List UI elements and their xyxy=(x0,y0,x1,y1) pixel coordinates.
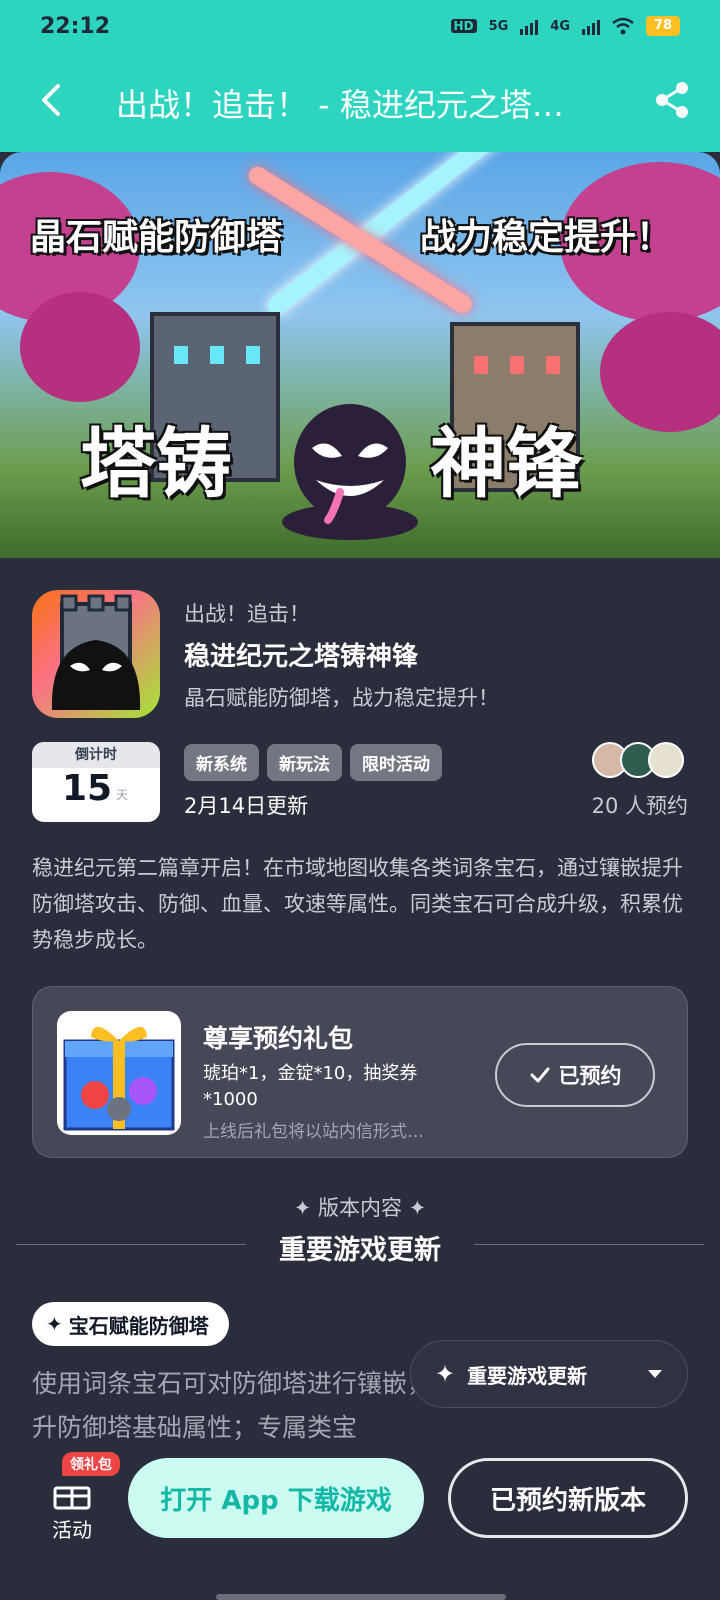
divider xyxy=(474,1244,704,1245)
reserved-button[interactable]: 已预约 xyxy=(495,1043,655,1107)
wifi-icon xyxy=(612,17,634,35)
update-date: 2月14日更新 xyxy=(184,794,309,818)
signal-5g-icon xyxy=(520,17,539,35)
sparkle-icon: ✦ xyxy=(46,1312,63,1336)
countdown-value: 15 xyxy=(62,768,113,809)
app-bar: 出战！追击！ - 稳进纪元之塔… xyxy=(0,56,720,152)
gift-badge[interactable]: 领礼包 xyxy=(62,1452,120,1476)
countdown-badge: 倒计时 15 天 xyxy=(32,742,160,822)
avatar xyxy=(648,742,684,778)
tag-new-gameplay: 新玩法 xyxy=(267,744,342,781)
countdown-label: 倒计时 xyxy=(32,742,160,768)
app-subtitle: 出战！追击！ xyxy=(184,602,310,626)
reserver-avatars[interactable] xyxy=(592,742,688,782)
status-icons: HD 5G 4G 78 xyxy=(450,16,680,36)
gift-icon xyxy=(53,1486,91,1510)
gift-box-icon xyxy=(57,1011,181,1135)
section-label: ✦ 版本内容 ✦ xyxy=(293,1196,427,1220)
signal-4g-icon xyxy=(582,17,600,35)
feature-chip-label: 宝石赋能防御塔 xyxy=(68,1313,209,1338)
gift-card[interactable]: 尊享预约礼包 琥珀*1，金锭*10，抽奖券*1000 上线后礼包将以站内信形式…… xyxy=(32,986,688,1158)
banner-text-left: 晶石赋能防御塔 xyxy=(30,217,283,258)
reserved-button-label: 已预约 xyxy=(558,1064,622,1088)
section-nav-label: 重要游戏更新 xyxy=(467,1363,588,1388)
reserved-new-version-button[interactable]: 已预约新版本 xyxy=(448,1458,688,1538)
tag-list: 新系统 新玩法 限时活动 xyxy=(184,744,442,781)
gift-note: 上线后礼包将以站内信形式… xyxy=(203,1122,424,1142)
tag-limited-event: 限时活动 xyxy=(350,744,442,781)
gift-items: 琥珀*1，金锭*10，抽奖券*1000 xyxy=(203,1063,418,1110)
feature-chip: ✦ 宝石赋能防御塔 xyxy=(32,1302,229,1346)
tower-slime-icon xyxy=(51,594,141,710)
section-nav-dropdown[interactable]: ✦ 重要游戏更新 xyxy=(410,1340,688,1408)
back-button[interactable] xyxy=(32,76,72,124)
check-icon xyxy=(530,1067,549,1083)
gift-title: 尊享预约礼包 xyxy=(203,1024,354,1053)
page-title: 出战！追击！ - 稳进纪元之塔… xyxy=(116,86,564,124)
sparkle-icon: ✦ xyxy=(435,1360,456,1388)
battery-icon: 78 xyxy=(646,16,680,36)
app-name: 稳进纪元之塔铸神锋 xyxy=(184,642,419,672)
chevron-down-icon xyxy=(648,1370,662,1378)
slime-mascot-icon xyxy=(282,404,418,540)
game-description: 稳进纪元第二篇章开启！在市域地图收集各类词条宝石，通过镶嵌提升防御塔攻击、防御、… xyxy=(32,856,683,952)
app-tagline: 晶石赋能防御塔，战力稳定提升！ xyxy=(184,686,499,710)
network-4g: 4G xyxy=(550,18,570,34)
banner-logo-left: 塔铸 xyxy=(80,419,232,508)
app-icon xyxy=(32,590,160,718)
banner-logo-right: 神锋 xyxy=(430,419,582,508)
status-bar: 22:12 HD 5G 4G 78 xyxy=(0,0,720,56)
tag-new-system: 新系统 xyxy=(184,744,259,781)
activity-label: 活动 xyxy=(52,1518,92,1542)
share-button[interactable] xyxy=(650,78,694,122)
status-time: 22:12 xyxy=(40,14,111,39)
chevron-left-icon xyxy=(42,84,60,116)
share-icon xyxy=(656,82,688,118)
reserve-count: 20 人预约 xyxy=(591,794,688,818)
countdown-unit: 天 xyxy=(116,788,129,802)
network-5g: 5G xyxy=(488,18,509,34)
banner-text-right: 战力稳定提升！ xyxy=(420,217,673,258)
section-title: 重要游戏更新 xyxy=(279,1235,441,1266)
bottom-bar: 活动 领礼包 打开 App 下载游戏 已预约新版本 xyxy=(0,1440,720,1600)
promo-banner: 晶石赋能防御塔 战力稳定提升！ 塔铸 神锋 xyxy=(0,152,720,558)
hd-icon: HD xyxy=(450,19,477,33)
open-app-download-button[interactable]: 打开 App 下载游戏 xyxy=(128,1458,424,1538)
home-indicator[interactable] xyxy=(216,1594,506,1600)
